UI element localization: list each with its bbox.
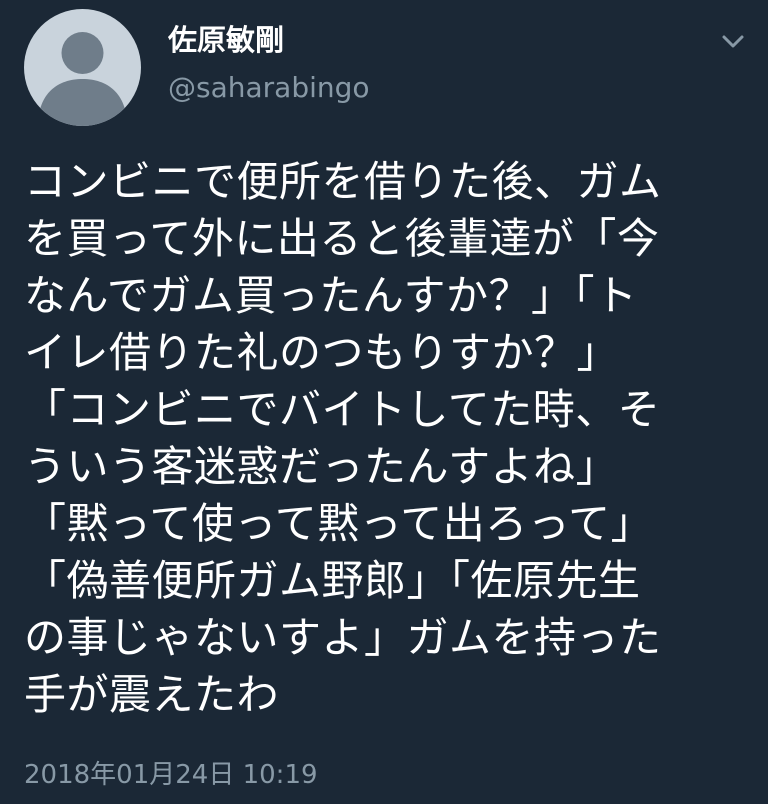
avatar[interactable] (24, 9, 141, 126)
tweet-timestamp[interactable]: 2018年01月24日 10:19 (24, 757, 318, 793)
display-name[interactable]: 佐原敏剛 (168, 22, 284, 58)
tweet-line: なんでガム買ったんすか？」「ト (24, 271, 638, 320)
tweet-line: イレ借りた礼のつもりすか？」 (24, 328, 620, 377)
tweet-line: 手が震えたわ (24, 670, 280, 719)
tweet-line: 「偽善便所ガム野郎」「佐原先生 (24, 556, 641, 605)
tweet-card: 佐原敏剛 @saharabingo コンビニで便所を借りた後、ガム を買って外に… (0, 0, 768, 804)
tweet-line: を買って外に出ると後輩達が「今 (24, 214, 660, 263)
tweet-line: 「黙って使って黙って出ろって」 (24, 499, 654, 548)
chevron-down-icon (722, 35, 744, 48)
tweet-body: コンビニで便所を借りた後、ガム を買って外に出ると後輩達が「今 なんでガム買った… (24, 153, 748, 723)
user-handle[interactable]: @saharabingo (168, 70, 370, 106)
tweet-line: 「コンビニでバイトしてた時、そ (24, 385, 661, 434)
tweet-line: コンビニで便所を借りた後、ガム (24, 157, 662, 206)
tweet-line: の事じゃないすよ」ガムを持った (24, 613, 662, 662)
tweet-line: ういう客迷惑だったんすよね」 (24, 442, 619, 491)
tweet-menu-button[interactable] (716, 26, 750, 56)
default-profile-icon (38, 32, 127, 126)
